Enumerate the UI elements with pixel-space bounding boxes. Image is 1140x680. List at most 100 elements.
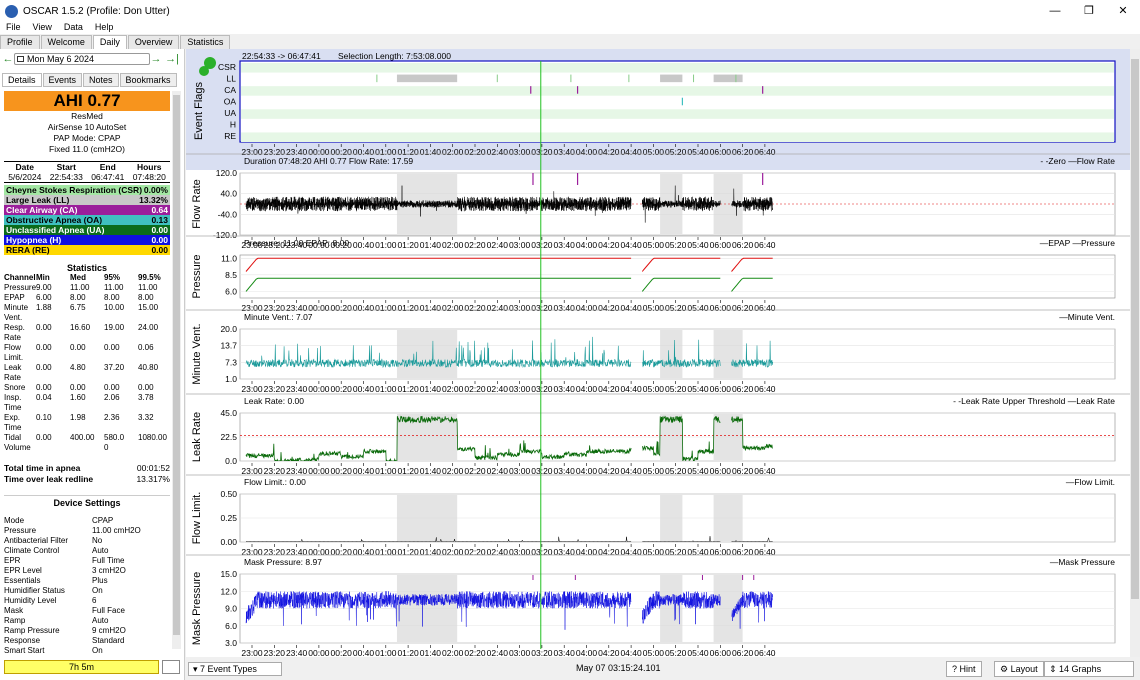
- mask-title: Mask Pressure: [191, 572, 203, 645]
- x-tick-label: 02:20: [464, 240, 486, 250]
- stat-cell: [104, 333, 138, 343]
- y-tick-label: 1.0: [225, 374, 237, 384]
- event-value: 0.00: [151, 245, 168, 255]
- event-row-6[interactable]: RERA (RE) 0.00: [4, 245, 170, 255]
- stat-header: Med: [70, 273, 86, 282]
- stat-cell: 0.00: [36, 343, 52, 352]
- stat-cell: 1.98: [70, 413, 86, 422]
- hint-button[interactable]: ? Hint: [946, 661, 982, 677]
- stat-cell: [138, 403, 168, 413]
- event-row-2[interactable]: Clear Airway (CA) 0.64: [4, 205, 170, 215]
- x-tick-label: 02:00: [442, 147, 464, 157]
- left-pane: ← Mon May 6 2024 → →| Details Events Not…: [0, 49, 185, 680]
- y-tick-label: 22.5: [220, 432, 237, 442]
- last-day-arrow-icon[interactable]: →|: [162, 53, 182, 65]
- tab-statistics[interactable]: Statistics: [180, 35, 231, 49]
- stat-cell: 0.00: [70, 343, 86, 352]
- stat-cell: [70, 353, 104, 363]
- x-tick-label: 01:40: [420, 547, 442, 557]
- pressure-header: Pressure: 11.00 EPAP: 8.00: [244, 238, 349, 248]
- event-name: Clear Airway (CA): [6, 205, 78, 215]
- event-types-dropdown[interactable]: ▾ 7 Event Types: [188, 662, 282, 676]
- tab-events[interactable]: Events: [42, 73, 83, 87]
- close-button[interactable]: ✕: [1106, 0, 1140, 22]
- x-tick-label: 04:00: [576, 648, 598, 657]
- event-row-1[interactable]: Large Leak (LL) 13.32%: [4, 195, 170, 205]
- graph-scrollbar[interactable]: [1130, 49, 1140, 657]
- mask-header: Mask Pressure: 8.97: [244, 557, 322, 567]
- session-header: Start: [56, 162, 76, 172]
- x-tick-label: 04:00: [576, 466, 598, 476]
- x-tick-label: 23:00: [241, 384, 263, 394]
- tab-welcome[interactable]: Welcome: [40, 35, 92, 49]
- prev-day-arrow-icon[interactable]: ←: [2, 53, 14, 65]
- machine-info: ResMed AirSense 10 AutoSet PAP Mode: CPAP F…: [4, 111, 170, 155]
- x-tick-label: 01:00: [375, 648, 397, 657]
- stat-cell: 1.88: [36, 303, 52, 312]
- layout-button[interactable]: ⚙ Layout: [994, 661, 1044, 677]
- minvent-title: Minute Vent.: [191, 323, 203, 384]
- x-tick-label: 03:20: [531, 240, 553, 250]
- graph-scroll-thumb[interactable]: [1131, 59, 1139, 599]
- left-scrollbar[interactable]: [172, 91, 181, 649]
- flag-label-RE: RE: [224, 131, 236, 141]
- x-tick-label: 03:20: [531, 547, 553, 557]
- tab-details[interactable]: Details: [2, 73, 42, 87]
- x-tick-label: 01:20: [397, 303, 419, 313]
- next-day-arrow-icon[interactable]: →: [150, 53, 162, 65]
- color-swatch[interactable]: [162, 660, 180, 674]
- stat-cell: 0.00: [104, 343, 120, 352]
- y-tick-label: 45.0: [220, 408, 237, 418]
- left-scroll-thumb[interactable]: [173, 95, 180, 635]
- x-tick-label: 02:00: [442, 466, 464, 476]
- x-tick-label: 00:40: [353, 648, 375, 657]
- stat-cell: EPAP: [4, 293, 25, 302]
- date-picker[interactable]: Mon May 6 2024: [14, 53, 150, 65]
- x-tick-label: 23:20: [264, 648, 286, 657]
- x-tick-label: 06:40: [754, 648, 776, 657]
- x-tick-label: 06:40: [754, 303, 776, 313]
- x-tick-label: 00:00: [308, 648, 330, 657]
- apnea-totals: Total time in apnea 00:01:52 Time over lea…: [4, 463, 170, 485]
- x-tick-label: 02:40: [487, 466, 509, 476]
- stat-cell: [138, 423, 168, 433]
- maximize-button[interactable]: ❐: [1072, 0, 1106, 22]
- device-row: EPR Level 3 cmH2O: [4, 566, 170, 576]
- x-tick-label: 03:40: [554, 648, 576, 657]
- stat-cell: 16.60: [70, 323, 91, 332]
- event-row-5[interactable]: Hypopnea (H) 0.00: [4, 235, 170, 245]
- event-row-0[interactable]: Cheyne Stokes Respiration (CSR) 0.00%: [4, 185, 170, 195]
- minimize-button[interactable]: —: [1038, 0, 1072, 22]
- x-tick-label: 01:00: [375, 240, 397, 250]
- event-row-3[interactable]: Obstructive Apnea (OA) 0.13: [4, 215, 170, 225]
- stat-cell: Rate: [4, 333, 21, 342]
- event-flags-title: Event Flags: [193, 81, 205, 140]
- x-tick-label: 01:40: [420, 648, 442, 657]
- menu-data[interactable]: Data: [58, 20, 89, 34]
- stat-cell: [138, 333, 168, 343]
- graphs-dropdown[interactable]: ⇕ 14 Graphs: [1044, 661, 1134, 677]
- menu-view[interactable]: View: [27, 20, 58, 34]
- x-tick-label: 06:40: [754, 240, 776, 250]
- tab-bookmarks[interactable]: Bookmarks: [119, 73, 177, 87]
- tab-daily[interactable]: Daily: [92, 35, 127, 49]
- graphs-svg[interactable]: 22:54:33 -> 06:47:41 Selection Length: 7:…: [186, 49, 1130, 658]
- event-row-4[interactable]: Unclassified Apnea (UA) 0.00: [4, 225, 170, 235]
- tab-profile[interactable]: Profile: [0, 35, 40, 49]
- flag-label-H: H: [230, 120, 236, 130]
- stat-cell: 40.80: [138, 363, 159, 372]
- tab-overview[interactable]: Overview: [127, 35, 180, 49]
- x-tick-label: 23:40: [286, 384, 308, 394]
- menu-file[interactable]: File: [0, 20, 27, 34]
- stat-cell: 6.00: [36, 293, 52, 302]
- ll-shade: [713, 495, 743, 541]
- menu-help[interactable]: Help: [89, 20, 120, 34]
- statistics-title: Statistics: [66, 263, 108, 273]
- x-tick-label: 04:40: [620, 147, 642, 157]
- y-tick-label: 20.0: [220, 324, 237, 334]
- stat-cell: 0.00: [36, 363, 52, 372]
- tab-notes[interactable]: Notes: [83, 73, 119, 87]
- stat-header: 95%: [104, 273, 121, 282]
- stat-cell: [70, 423, 104, 433]
- x-tick-label: 02:40: [487, 303, 509, 313]
